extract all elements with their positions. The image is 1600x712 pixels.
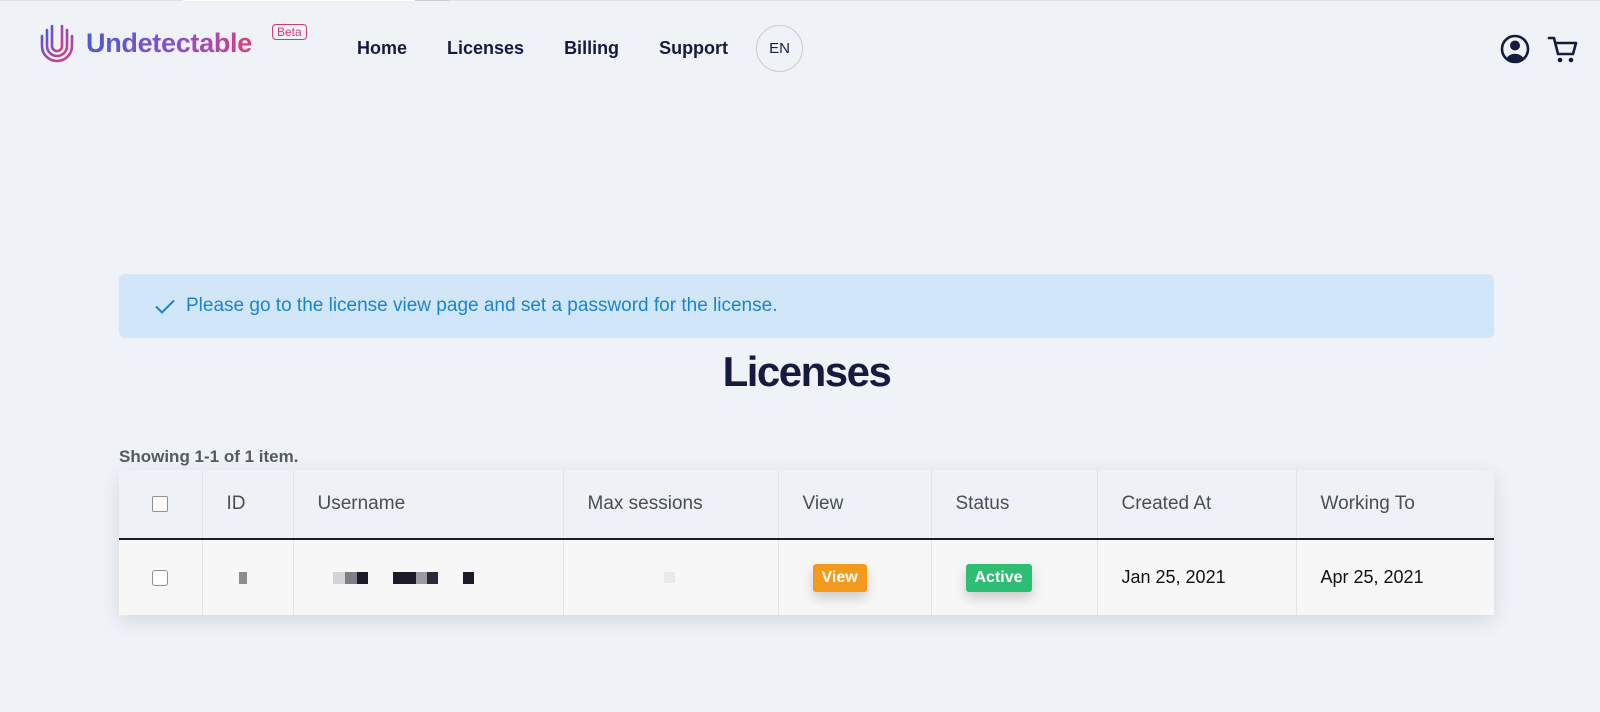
check-icon (155, 299, 175, 314)
alert-message: Please go to the license view page and s… (186, 295, 778, 316)
user-icon[interactable] (1500, 34, 1530, 64)
top-border (0, 0, 1600, 1)
redacted-username (332, 572, 474, 585)
id-cell (202, 539, 294, 615)
select-all-cell (119, 470, 203, 540)
table-row: View Active Jan 25, 2021 Apr 25, 2021 (119, 539, 1494, 615)
nav-billing[interactable]: Billing (564, 36, 619, 60)
nav-support[interactable]: Support (659, 36, 728, 60)
redacted-max-sessions (663, 572, 675, 584)
select-all-checkbox[interactable] (152, 495, 169, 512)
column-header-status[interactable]: Status (931, 470, 1098, 540)
column-header-username[interactable]: Username (293, 470, 564, 540)
redacted-id (238, 572, 247, 585)
page-title: Licenses (722, 348, 892, 395)
brand-logo[interactable]: Undetectable Beta (36, 22, 307, 64)
view-cell: View (778, 539, 932, 615)
results-summary: Showing 1-1 of 1 item. (119, 447, 299, 466)
main-nav: Home Licenses Billing Support (357, 36, 768, 60)
max-sessions-cell (563, 539, 779, 615)
column-header-working-to[interactable]: Working To (1296, 470, 1494, 540)
username-cell (293, 539, 564, 615)
fingerprint-logo-icon (40, 24, 74, 63)
created-at-cell: Jan 25, 2021 (1097, 539, 1297, 615)
status-badge: Active (965, 563, 1032, 592)
success-alert: Please go to the license view page and s… (119, 274, 1494, 338)
column-header-view: View (778, 470, 932, 540)
column-header-id[interactable]: ID (202, 470, 294, 540)
beta-badge: Beta (272, 24, 307, 40)
column-header-max-sessions[interactable]: Max sessions (563, 470, 779, 540)
brand-name: Undetectable (86, 22, 252, 64)
cart-icon[interactable] (1547, 34, 1579, 66)
language-switcher[interactable]: EN (756, 25, 803, 72)
column-header-created-at[interactable]: Created At (1097, 470, 1297, 540)
row-select-cell (119, 539, 203, 615)
row-checkbox[interactable] (152, 570, 169, 587)
nav-licenses[interactable]: Licenses (447, 36, 524, 60)
table-header-row: ID Username Max sessions View Status Cre… (119, 470, 1494, 540)
view-button[interactable]: View (812, 563, 867, 592)
licenses-table: ID Username Max sessions View Status Cre… (119, 470, 1494, 615)
status-cell: Active (931, 539, 1098, 615)
working-to-cell: Apr 25, 2021 (1296, 539, 1494, 615)
nav-home[interactable]: Home (357, 36, 407, 60)
